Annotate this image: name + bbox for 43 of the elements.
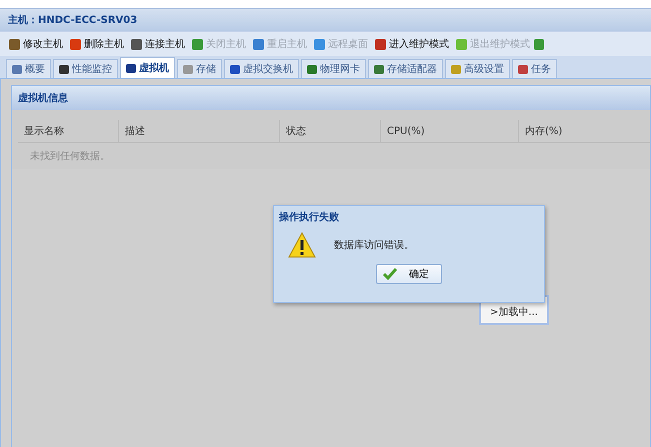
toolbar-button[interactable]: 删除主机	[67, 37, 127, 51]
toolbar-icon	[375, 38, 386, 50]
toolbar-button[interactable]: 连接主机	[128, 37, 188, 51]
column-header[interactable]: 状态	[280, 120, 381, 142]
tab-icon	[230, 64, 240, 74]
column-header[interactable]: 显示名称	[18, 120, 119, 142]
tab[interactable]: 高级设置	[445, 59, 510, 78]
tab-icon	[183, 64, 193, 74]
tab[interactable]: 虚拟交换机	[224, 59, 299, 78]
dialog-title: 操作执行失败	[279, 210, 339, 224]
toolbar-button[interactable]: 修改主机	[6, 37, 66, 51]
tab[interactable]: 物理网卡	[301, 59, 366, 78]
toolbar-icon	[253, 38, 264, 50]
panel-title: 虚拟机信息	[18, 92, 68, 105]
toolbar-icon	[9, 38, 20, 50]
tab[interactable]: 存储适配器	[368, 59, 443, 78]
toolbar-icon	[192, 38, 203, 50]
tab-icon	[59, 64, 69, 74]
column-header[interactable]: 内存(%)	[519, 120, 650, 142]
tab[interactable]: 概要	[6, 59, 51, 78]
toolbar-button[interactable]: 进入维护模式	[372, 37, 452, 51]
tab[interactable]: 虚拟机	[120, 57, 175, 78]
toolbar-icon	[456, 38, 467, 50]
tab-icon	[307, 64, 317, 74]
tab-icon	[126, 64, 136, 72]
column-header[interactable]: CPU(%)	[381, 120, 519, 142]
tab-icon	[518, 64, 528, 74]
dialog-message: 数据库访问错误。	[334, 238, 414, 252]
column-header[interactable]: 描述	[119, 120, 280, 142]
tab[interactable]: 任务	[512, 59, 557, 78]
tab-icon	[451, 64, 461, 74]
tab-icon	[374, 64, 384, 74]
warning-icon	[288, 232, 316, 258]
tab[interactable]: 性能监控	[53, 59, 118, 78]
tab-icon	[12, 64, 22, 74]
ok-button[interactable]: 确定	[376, 264, 442, 284]
window-title: 主机：HNDC-ECC-SRV03	[8, 13, 138, 27]
tab[interactable]: 存储	[177, 59, 222, 78]
toolbar-icon	[314, 38, 325, 50]
empty-message: 未找到任何数据。	[30, 151, 110, 162]
toolbar-icon	[131, 38, 142, 50]
toolbar-icon	[70, 38, 81, 50]
check-icon	[383, 268, 397, 280]
